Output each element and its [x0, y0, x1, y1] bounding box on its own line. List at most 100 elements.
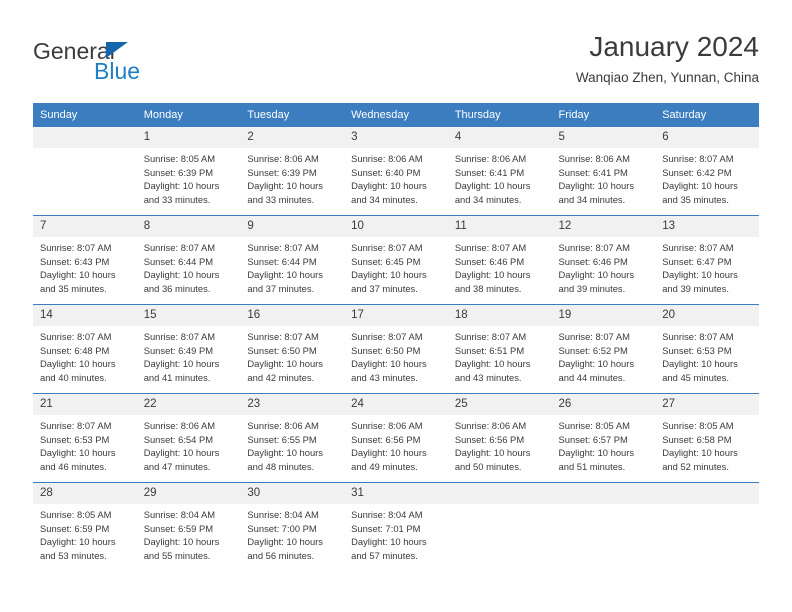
daylight-text: Daylight: 10 hours — [143, 180, 220, 192]
sunrise-text: Sunrise: 8:05 AM — [40, 509, 112, 520]
daylight-text: Daylight: 10 hours — [247, 358, 323, 370]
daylight-text-cont: and 42 minutes. — [247, 371, 315, 383]
daylight-text: Daylight: 10 hours — [247, 536, 323, 548]
daylight-text-cont: and 51 minutes. — [558, 460, 626, 472]
sunset-text: Sunset: 6:41 PM — [454, 166, 525, 178]
sunrise-text: Sunrise: 8:07 AM — [143, 242, 216, 253]
day-details: Sunrise: 8:07 AM Sunset: 6:50 PM Daylight:… — [240, 326, 344, 384]
calendar-day-cell[interactable]: 29 Sunrise: 8:04 AM Sunset: 6:59 PM Dayligh… — [136, 482, 241, 571]
calendar-day-cell[interactable]: 22 Sunrise: 8:06 AM Sunset: 6:54 PM Dayligh… — [136, 393, 241, 483]
calendar-day-cell[interactable]: 9 Sunrise: 8:07 AM Sunset: 6:44 PM Daylight… — [240, 215, 345, 305]
daylight-text: Daylight: 10 hours — [143, 269, 220, 281]
calendar-day-cell-empty — [33, 126, 137, 216]
calendar-day-cell[interactable]: 6 Sunrise: 8:07 AM Sunset: 6:42 PM Daylight… — [655, 126, 759, 216]
calendar-day-cell[interactable]: 12 Sunrise: 8:07 AM Sunset: 6:46 PM Dayligh… — [551, 215, 656, 305]
daylight-text-cont: and 36 minutes. — [143, 282, 211, 294]
daylight-text: Daylight: 10 hours — [558, 447, 635, 459]
daylight-text: Daylight: 10 hours — [558, 180, 635, 192]
day-number: 26 — [551, 394, 656, 415]
daylight-text: Daylight: 10 hours — [351, 358, 427, 370]
day-number: 30 — [240, 483, 345, 504]
calendar-day-cell[interactable]: 13 Sunrise: 8:07 AM Sunset: 6:47 PM Dayligh… — [655, 215, 759, 305]
day-details: Sunrise: 8:07 AM Sunset: 6:53 PM Daylight:… — [655, 326, 759, 384]
daylight-text: Daylight: 10 hours — [662, 447, 738, 459]
day-details: Sunrise: 8:06 AM Sunset: 6:39 PM Daylight:… — [240, 148, 344, 206]
day-number: 15 — [136, 305, 241, 326]
day-details: Sunrise: 8:06 AM Sunset: 6:41 PM Daylight:… — [448, 148, 552, 206]
calendar-day-cell[interactable]: 27 Sunrise: 8:05 AM Sunset: 6:58 PM Dayligh… — [655, 393, 759, 483]
day-details: Sunrise: 8:07 AM Sunset: 6:46 PM Daylight:… — [448, 237, 552, 295]
calendar-week-row: 7 Sunrise: 8:07 AM Sunset: 6:43 PM Daylight… — [33, 215, 759, 305]
daylight-text-cont: and 47 minutes. — [143, 460, 211, 472]
daylight-text-cont: and 57 minutes. — [351, 549, 418, 561]
calendar-day-cell[interactable]: 19 Sunrise: 8:07 AM Sunset: 6:52 PM Dayligh… — [551, 304, 656, 394]
calendar-day-cell[interactable]: 7 Sunrise: 8:07 AM Sunset: 6:43 PM Daylight… — [33, 215, 137, 305]
calendar-day-cell[interactable]: 25 Sunrise: 8:06 AM Sunset: 6:56 PM Dayligh… — [447, 393, 552, 483]
calendar-day-cell[interactable]: 31 Sunrise: 8:04 AM Sunset: 7:01 PM Dayligh… — [344, 482, 448, 571]
calendar-page: General Blue January 2024 Wanqiao Zhen, … — [0, 0, 792, 612]
calendar-day-cell[interactable]: 30 Sunrise: 8:04 AM Sunset: 7:00 PM Dayligh… — [240, 482, 345, 571]
sunset-text: Sunset: 6:59 PM — [143, 522, 214, 534]
sunset-text: Sunset: 6:40 PM — [351, 166, 421, 178]
daylight-text: Daylight: 10 hours — [40, 358, 116, 370]
daylight-text-cont: and 56 minutes. — [247, 549, 315, 561]
calendar-day-cell[interactable]: 1 Sunrise: 8:05 AM Sunset: 6:39 PM Daylight… — [136, 126, 241, 216]
day-number: 7 — [33, 216, 137, 237]
sunrise-text: Sunrise: 8:07 AM — [662, 153, 734, 164]
logo-triangle-icon — [106, 42, 128, 58]
day-number: 10 — [344, 216, 448, 237]
sunrise-text: Sunrise: 8:06 AM — [247, 153, 319, 164]
sunrise-text: Sunrise: 8:07 AM — [40, 420, 112, 431]
calendar-day-cell[interactable]: 17 Sunrise: 8:07 AM Sunset: 6:50 PM Dayligh… — [344, 304, 448, 394]
daylight-text: Daylight: 10 hours — [40, 447, 116, 459]
calendar-day-cell[interactable]: 11 Sunrise: 8:07 AM Sunset: 6:46 PM Dayligh… — [447, 215, 552, 305]
sunset-text: Sunset: 6:48 PM — [40, 344, 110, 356]
daylight-text-cont: and 34 minutes. — [351, 193, 418, 205]
sunrise-text: Sunrise: 8:07 AM — [662, 242, 734, 253]
calendar-day-cell[interactable]: 16 Sunrise: 8:07 AM Sunset: 6:50 PM Dayligh… — [240, 304, 345, 394]
calendar-day-cell[interactable]: 3 Sunrise: 8:06 AM Sunset: 6:40 PM Daylight… — [344, 126, 448, 216]
calendar-day-cell[interactable]: 5 Sunrise: 8:06 AM Sunset: 6:41 PM Daylight… — [551, 126, 656, 216]
daylight-text-cont: and 52 minutes. — [662, 460, 729, 472]
day-details: Sunrise: 8:07 AM Sunset: 6:46 PM Daylight:… — [552, 237, 656, 295]
daylight-text-cont: and 34 minutes. — [454, 193, 522, 205]
day-details: Sunrise: 8:07 AM Sunset: 6:49 PM Daylight:… — [137, 326, 241, 384]
calendar-week-row: 1 Sunrise: 8:05 AM Sunset: 6:39 PM Daylight… — [33, 126, 759, 216]
calendar-day-cell[interactable]: 23 Sunrise: 8:06 AM Sunset: 6:55 PM Dayligh… — [240, 393, 345, 483]
daylight-text: Daylight: 10 hours — [247, 269, 323, 281]
daylight-text: Daylight: 10 hours — [454, 358, 531, 370]
sunset-text: Sunset: 6:39 PM — [247, 166, 317, 178]
page-subtitle: Wanqiao Zhen, Yunnan, China — [575, 70, 759, 85]
day-details: Sunrise: 8:07 AM Sunset: 6:48 PM Daylight:… — [33, 326, 137, 384]
calendar-day-cell[interactable]: 2 Sunrise: 8:06 AM Sunset: 6:39 PM Daylight… — [240, 126, 345, 216]
day-number: 25 — [447, 394, 552, 415]
sunset-text: Sunset: 6:57 PM — [558, 433, 628, 445]
calendar-day-cell[interactable]: 26 Sunrise: 8:05 AM Sunset: 6:57 PM Dayligh… — [551, 393, 656, 483]
day-number: 17 — [344, 305, 448, 326]
daylight-text: Daylight: 10 hours — [662, 269, 738, 281]
sunrise-text: Sunrise: 8:06 AM — [454, 153, 527, 164]
day-details: Sunrise: 8:05 AM Sunset: 6:58 PM Daylight:… — [655, 415, 759, 473]
calendar-day-cell[interactable]: 14 Sunrise: 8:07 AM Sunset: 6:48 PM Dayligh… — [33, 304, 137, 394]
day-details: Sunrise: 8:06 AM Sunset: 6:55 PM Daylight:… — [240, 415, 344, 473]
day-details: Sunrise: 8:06 AM Sunset: 6:56 PM Daylight:… — [448, 415, 552, 473]
daylight-text: Daylight: 10 hours — [662, 358, 738, 370]
daylight-text: Daylight: 10 hours — [351, 447, 427, 459]
sunset-text: Sunset: 7:00 PM — [247, 522, 317, 534]
weekday-header-thursday: Thursday — [447, 103, 552, 127]
calendar-day-cell[interactable]: 10 Sunrise: 8:07 AM Sunset: 6:45 PM Dayligh… — [344, 215, 448, 305]
calendar-day-cell[interactable]: 28 Sunrise: 8:05 AM Sunset: 6:59 PM Dayligh… — [33, 482, 137, 571]
calendar-day-cell[interactable]: 21 Sunrise: 8:07 AM Sunset: 6:53 PM Dayligh… — [33, 393, 137, 483]
calendar-day-cell[interactable]: 20 Sunrise: 8:07 AM Sunset: 6:53 PM Dayligh… — [655, 304, 759, 394]
calendar-day-cell[interactable]: 8 Sunrise: 8:07 AM Sunset: 6:44 PM Daylight… — [136, 215, 241, 305]
day-number: 11 — [447, 216, 552, 237]
sunset-text: Sunset: 6:54 PM — [143, 433, 214, 445]
day-details: Sunrise: 8:07 AM Sunset: 6:53 PM Daylight:… — [33, 415, 137, 473]
calendar-day-cell[interactable]: 15 Sunrise: 8:07 AM Sunset: 6:49 PM Dayligh… — [136, 304, 241, 394]
sunset-text: Sunset: 6:45 PM — [351, 255, 421, 267]
calendar-day-cell[interactable]: 4 Sunrise: 8:06 AM Sunset: 6:41 PM Daylight… — [447, 126, 552, 216]
sunrise-text: Sunrise: 8:07 AM — [351, 242, 423, 253]
calendar-day-cell[interactable]: 24 Sunrise: 8:06 AM Sunset: 6:56 PM Dayligh… — [344, 393, 448, 483]
calendar-day-cell[interactable]: 18 Sunrise: 8:07 AM Sunset: 6:51 PM Dayligh… — [447, 304, 552, 394]
weekday-header-friday: Friday — [551, 103, 656, 127]
